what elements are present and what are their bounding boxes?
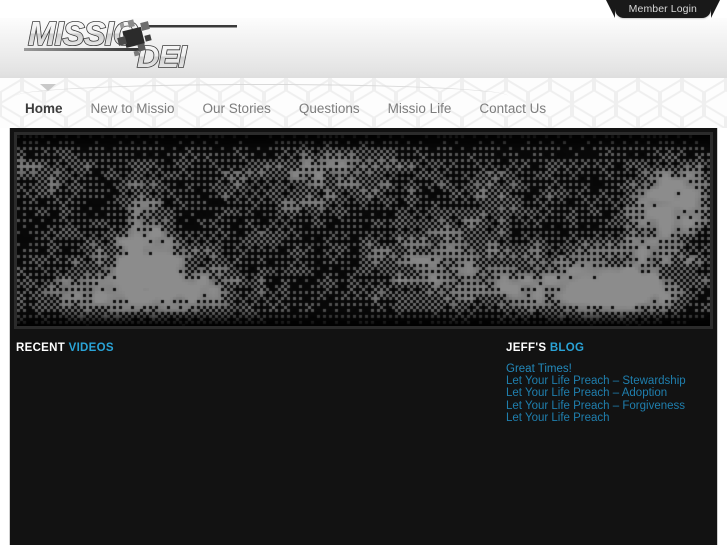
nav-item-our-stories[interactable]: Our Stories (189, 98, 285, 120)
jeffs-blog-heading: JEFF'S BLOG (506, 342, 706, 354)
list-item: Let Your Life Preach (506, 412, 706, 424)
logo-artwork: MISSIO DEI (24, 14, 237, 69)
list-item: Let Your Life Preach – Stewardship (506, 375, 706, 387)
nav-active-caret-icon (40, 84, 56, 91)
jeffs-blog-list: Great Times! Let Your Life Preach – Stew… (506, 363, 706, 424)
nav-item-home[interactable]: Home (25, 98, 77, 120)
content-columns: RECENT VIDEOS JEFF'S BLOG Great Times! L… (10, 333, 717, 545)
hero-banner-image (17, 135, 710, 326)
blog-link-great-times[interactable]: Great Times! (506, 363, 706, 375)
nav-item-new-to-missio[interactable]: New to Missio (77, 98, 189, 120)
list-item: Let Your Life Preach – Forgiveness (506, 400, 706, 412)
blog-link-adoption[interactable]: Let Your Life Preach – Adoption (506, 387, 706, 399)
top-bar: Member Login (0, 0, 727, 18)
svg-text:DEI: DEI (137, 39, 188, 69)
list-item: Great Times! (506, 363, 706, 375)
jeffs-blog-heading-accent: BLOG (549, 342, 585, 354)
nav-item-contact-us[interactable]: Contact Us (465, 98, 560, 120)
recent-videos-column: RECENT VIDEOS (16, 342, 496, 363)
hero-banner[interactable] (14, 132, 713, 329)
blog-link-stewardship[interactable]: Let Your Life Preach – Stewardship (506, 375, 706, 387)
nav-item-missio-life[interactable]: Missio Life (374, 98, 466, 120)
blog-link-let-your-life-preach[interactable]: Let Your Life Preach (506, 412, 706, 424)
member-login-button[interactable]: Member Login (605, 0, 721, 18)
list-item: Let Your Life Preach – Adoption (506, 387, 706, 399)
jeffs-blog-column: JEFF'S BLOG Great Times! Let Your Life P… (506, 342, 706, 424)
main-content-shell: RECENT VIDEOS JEFF'S BLOG Great Times! L… (9, 128, 718, 545)
recent-videos-heading-strong: RECENT (16, 342, 66, 354)
svg-text:MISSIO: MISSIO (28, 15, 139, 52)
recent-videos-heading-accent: VIDEOS (68, 342, 114, 354)
site-logo[interactable]: MISSIO DEI (22, 11, 237, 69)
nav-list: Home New to Missio Our Stories Questions… (25, 98, 560, 120)
recent-videos-heading: RECENT VIDEOS (16, 342, 496, 354)
primary-navigation: Home New to Missio Our Stories Questions… (0, 78, 727, 128)
page-root: MISSIO DEI Member Login Home New to Miss… (0, 0, 727, 545)
nav-item-questions[interactable]: Questions (285, 98, 374, 120)
jeffs-blog-heading-strong: JEFF'S (506, 342, 547, 354)
blog-link-forgiveness[interactable]: Let Your Life Preach – Forgiveness (506, 400, 706, 412)
